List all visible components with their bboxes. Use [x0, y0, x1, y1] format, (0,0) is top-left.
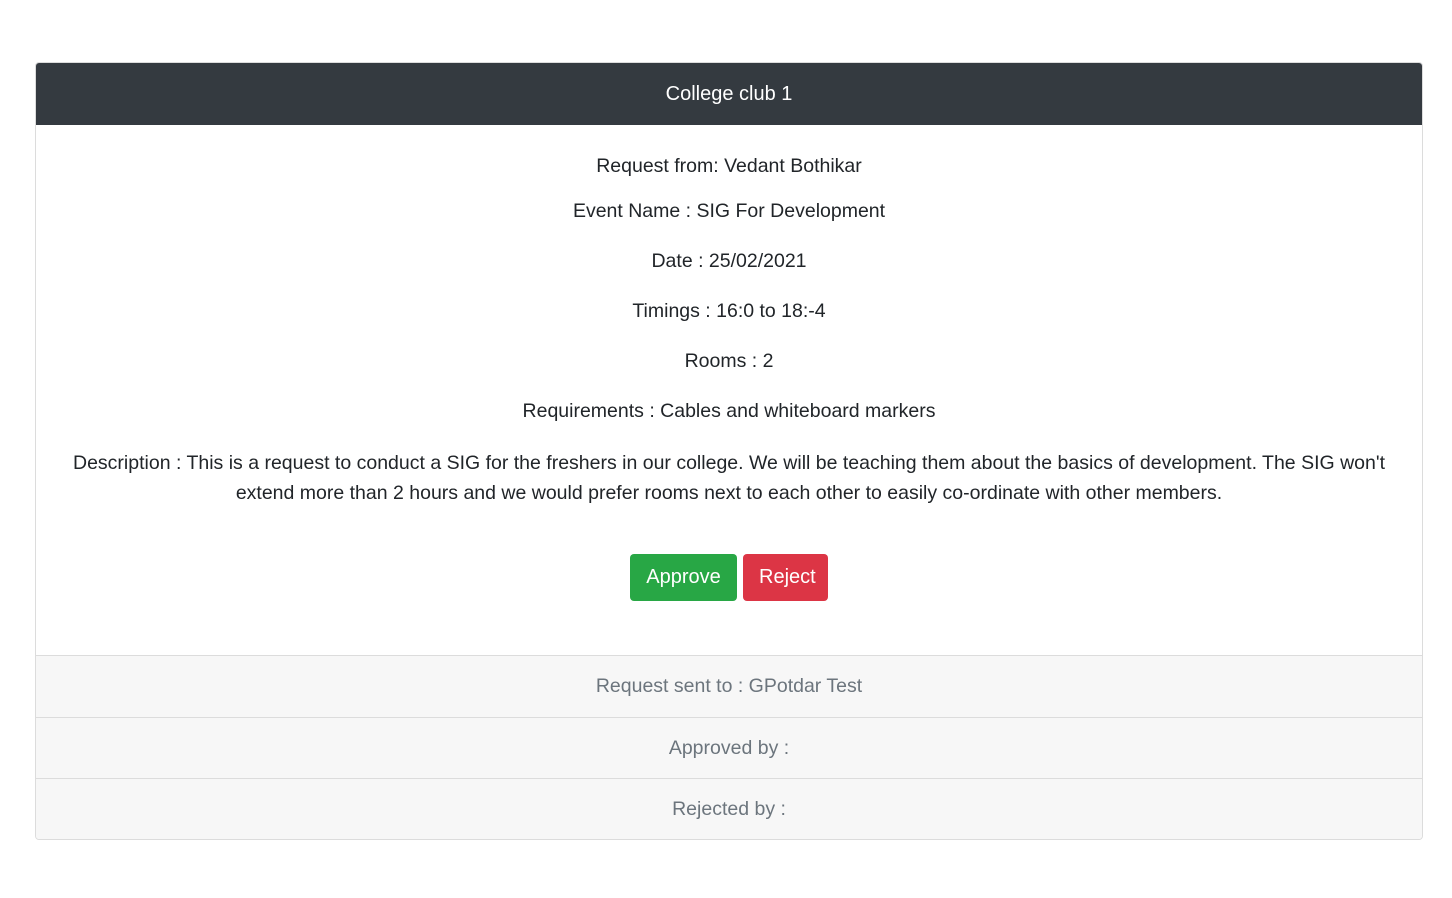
event-rooms: Rooms : 2: [684, 350, 774, 372]
request-card: College club 1 Request from: Vedant Both…: [35, 62, 1423, 840]
rejected-by: Rejected by :: [36, 778, 1422, 839]
sent-to-text: Request sent to : GPotdar Test: [595, 675, 863, 697]
approved-by-text: Approved by :: [668, 736, 790, 759]
event-date: Date : 25/02/2021: [651, 250, 807, 272]
event-timings: Timings : 16:0 to 18:-4: [632, 300, 826, 322]
card-header: College club 1: [36, 63, 1422, 125]
approve-button[interactable]: Approve: [630, 554, 737, 601]
request-sent-to: Request sent to : GPotdar Test: [36, 655, 1422, 717]
event-description: Description : This is a request to condu…: [73, 452, 1385, 504]
reject-button[interactable]: Reject: [743, 554, 828, 601]
approved-by: Approved by :: [36, 717, 1422, 778]
event-name: Event Name : SIG For Development: [572, 200, 886, 222]
action-buttons: Approve Reject: [60, 554, 1398, 601]
card-body: Request from: Vedant Bothikar Event Name…: [36, 125, 1422, 655]
rejected-by-text: Rejected by :: [672, 797, 786, 820]
club-title: College club 1: [665, 82, 793, 105]
event-requirements: Requirements : Cables and whiteboard mar…: [522, 400, 936, 422]
request-from: Request from: Vedant Bothikar: [596, 155, 862, 177]
